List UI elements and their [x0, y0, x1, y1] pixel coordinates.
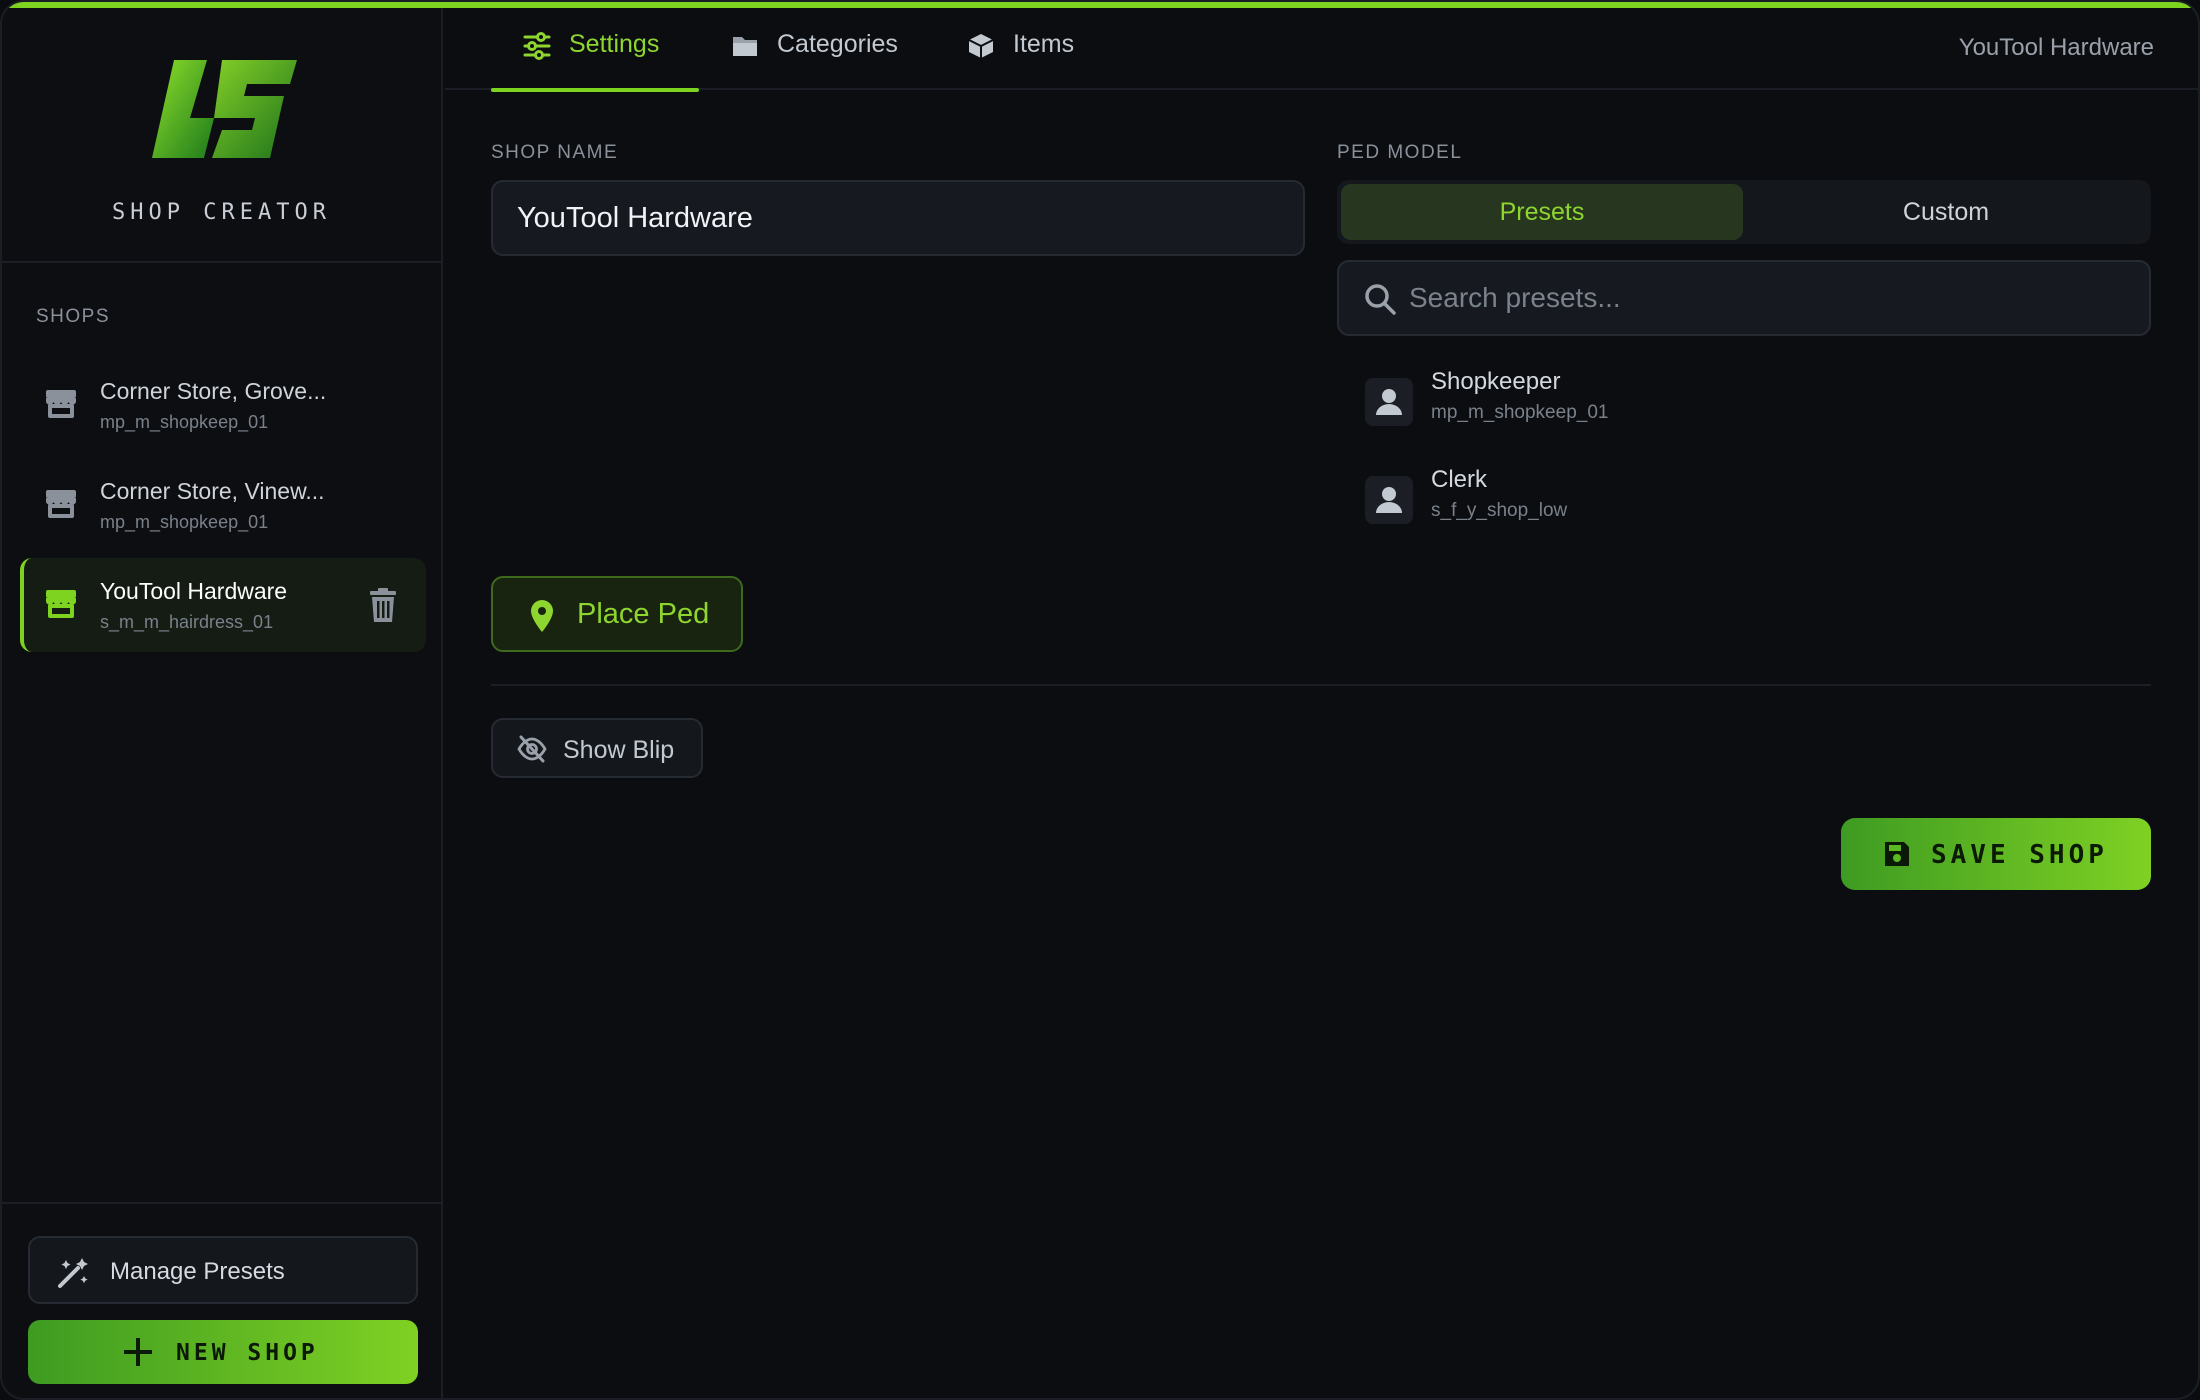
save-shop-button[interactable]: SAVE SHOP [1841, 818, 2151, 890]
place-ped-button[interactable]: Place Ped [491, 576, 743, 652]
preset-model: s_f_y_shop_low [1431, 500, 1568, 521]
ped-mode-label: Presets [1499, 198, 1585, 226]
shop-item-corner-store-vinewood[interactable]: Corner Store, Vinew... mp_m_shopkeep_01 [20, 458, 426, 552]
tab-label: Items [1013, 30, 1075, 58]
manage-presets-label: Manage Presets [110, 1258, 285, 1285]
shop-model: mp_m_shopkeep_01 [100, 512, 269, 532]
shop-model: mp_m_shopkeep_01 [100, 412, 269, 432]
tab-bar: Settings Categories Items YouTool Hardwa… [445, 8, 2198, 92]
preset-shopkeeper[interactable]: Shopkeeper mp_m_shopkeep_01 [1365, 364, 2065, 436]
shop-name-label: SHOP NAME [491, 142, 619, 163]
tab-label: Settings [569, 30, 660, 58]
store-icon [46, 490, 76, 518]
search-input[interactable] [1409, 262, 2129, 334]
person-icon [1365, 476, 1413, 524]
shop-name: Corner Store, Grove... [100, 378, 327, 404]
ped-model-label: PED MODEL [1337, 142, 1463, 163]
map-pin-icon [531, 600, 553, 632]
show-blip-toggle[interactable]: Show Blip [491, 718, 703, 778]
show-blip-label: Show Blip [563, 736, 675, 764]
ped-mode-custom[interactable]: Custom [1745, 184, 2147, 240]
preset-name: Clerk [1431, 466, 1488, 493]
shop-name-input[interactable] [491, 180, 1305, 256]
store-icon [46, 390, 76, 418]
floppy-disk-icon [1885, 842, 1909, 866]
lightning-logo-icon [152, 60, 297, 158]
main-panel: Settings Categories Items YouTool Hardwa… [445, 8, 2198, 1398]
sidebar-footer: Manage Presets NEW SHOP [2, 1202, 441, 1398]
shops-section-label: SHOPS [36, 306, 111, 327]
search-icon [1365, 284, 1396, 315]
divider [491, 684, 2151, 686]
preset-search [1337, 260, 2151, 336]
ped-mode-toggle: Presets Custom [1337, 180, 2151, 244]
box-icon [968, 34, 994, 58]
tab-items[interactable]: Items [935, 8, 1115, 90]
ped-mode-presets[interactable]: Presets [1341, 184, 1743, 240]
shop-model: s_m_m_hairdress_01 [100, 612, 274, 632]
preset-model: mp_m_shopkeep_01 [1431, 402, 1609, 423]
preset-clerk[interactable]: Clerk s_f_y_shop_low [1365, 462, 2065, 534]
new-shop-button[interactable]: NEW SHOP [28, 1320, 418, 1384]
tab-settings[interactable]: Settings [491, 8, 699, 92]
folder-icon [733, 37, 757, 56]
magic-wand-icon [58, 1258, 88, 1288]
shop-name: Corner Store, Vinew... [100, 478, 325, 504]
eye-slash-icon [517, 735, 547, 763]
new-shop-label: NEW SHOP [176, 1340, 319, 1366]
preset-name: Shopkeeper [1431, 368, 1561, 395]
store-icon [46, 590, 76, 618]
sidebar: SHOP CREATOR SHOPS Corner Store, Grove..… [2, 8, 443, 1398]
ped-mode-label: Custom [1902, 198, 1990, 226]
tab-label: Categories [777, 30, 898, 58]
shop-item-corner-store-grove[interactable]: Corner Store, Grove... mp_m_shopkeep_01 [20, 358, 426, 452]
tab-categories[interactable]: Categories [699, 8, 935, 90]
sliders-icon [523, 32, 551, 60]
brand-title: SHOP CREATOR [112, 200, 331, 225]
person-icon [1365, 378, 1413, 426]
place-ped-label: Place Ped [577, 598, 710, 630]
app-window: SHOP CREATOR SHOPS Corner Store, Grove..… [0, 0, 2200, 1400]
current-shop-title: YouTool Hardware [1958, 34, 2154, 61]
manage-presets-button[interactable]: Manage Presets [28, 1236, 418, 1304]
trash-icon[interactable] [370, 588, 396, 622]
brand-header: SHOP CREATOR [2, 8, 441, 263]
plus-icon [124, 1338, 152, 1366]
shop-name: YouTool Hardware [100, 578, 288, 604]
shop-item-youtool-hardware[interactable]: YouTool Hardware s_m_m_hairdress_01 [20, 558, 426, 652]
save-shop-label: SAVE SHOP [1931, 840, 2108, 870]
